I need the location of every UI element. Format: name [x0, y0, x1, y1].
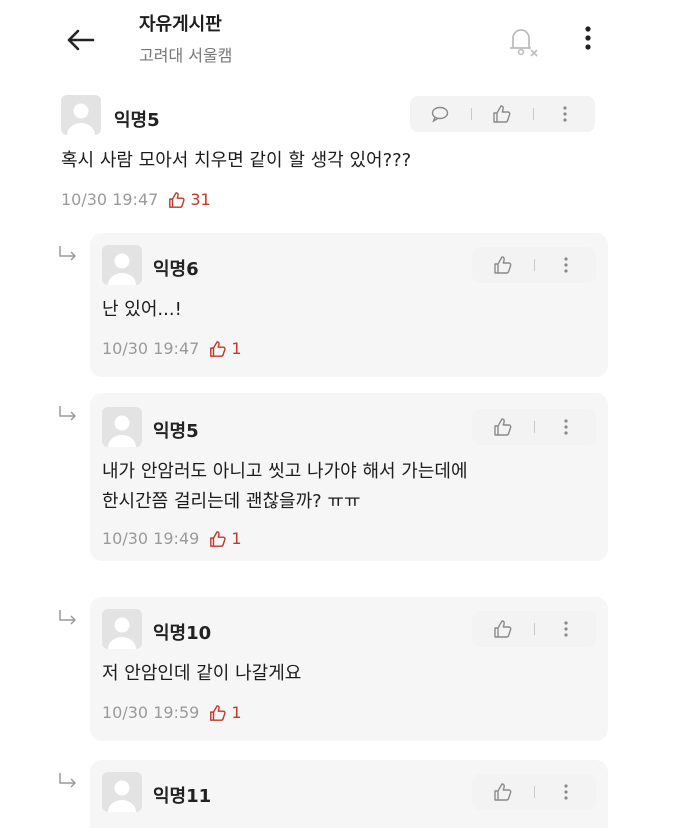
reply-author: 익명11 [153, 786, 212, 807]
reply-more-button[interactable] [552, 251, 580, 279]
reply-arrow-icon [59, 246, 76, 261]
like-count-value: 1 [231, 703, 242, 722]
arrow-left-icon [67, 29, 95, 51]
divider [533, 786, 535, 798]
comment-time: 10/30 19:47 [61, 190, 159, 209]
like-count: 31 [168, 190, 211, 209]
reply-actions [472, 247, 596, 283]
avatar [61, 95, 101, 135]
like-button[interactable] [489, 251, 517, 279]
default-avatar-icon [108, 617, 136, 649]
comment: 익명5 혹시 사람 모아서 치우면 같이 할 생각 있어??? 10/30 19… [0, 90, 700, 220]
like-button[interactable] [489, 413, 517, 441]
divider [533, 421, 535, 433]
reply-button[interactable] [426, 100, 454, 128]
board-title: 자유게시판 [139, 14, 222, 35]
speech-bubble-icon [432, 106, 449, 123]
thumbs-up-icon [210, 530, 226, 547]
divider [533, 623, 535, 635]
reply-text: 저 안암인데 같이 나갈게요 [102, 663, 302, 684]
comment-author: 익명5 [114, 110, 160, 131]
thumbs-up-icon [210, 340, 226, 357]
reply-actions [472, 611, 596, 647]
avatar [102, 609, 142, 649]
avatar [102, 245, 142, 285]
like-count: 1 [209, 339, 242, 358]
reply-more-button[interactable] [552, 778, 580, 806]
default-avatar-icon [108, 780, 136, 812]
thumbs-up-icon [493, 620, 511, 638]
reply-more-button[interactable] [552, 615, 580, 643]
bell-off-icon [510, 29, 538, 57]
reply-time: 10/30 19:47 [102, 339, 200, 358]
more-vertical-icon [563, 784, 568, 800]
default-avatar-icon [108, 253, 136, 285]
like-button[interactable] [489, 778, 517, 806]
thumbs-up-icon [493, 256, 511, 274]
more-options-button[interactable] [572, 18, 604, 58]
thumbs-up-icon [169, 191, 185, 208]
more-vertical-icon [563, 621, 568, 637]
like-count: 1 [209, 703, 242, 722]
reply-time: 10/30 19:59 [102, 703, 200, 722]
reply-actions [472, 409, 596, 445]
avatar [102, 772, 142, 812]
default-avatar-icon [108, 415, 136, 447]
like-count-value: 1 [231, 339, 242, 358]
more-vertical-icon [563, 257, 568, 273]
reply-arrow-icon [59, 610, 76, 625]
reply-author: 익명10 [153, 623, 212, 644]
top-bar: 자유게시판 고려대 서울캠 [0, 0, 700, 86]
reply-arrow-icon [59, 773, 76, 788]
reply-author: 익명5 [153, 421, 199, 442]
reply-card: 익명6 난 있어...! 10/30 19:47 1 [90, 233, 608, 377]
reply-actions [472, 774, 596, 810]
like-button[interactable] [488, 100, 516, 128]
reply-more-button[interactable] [552, 413, 580, 441]
like-count-value: 31 [190, 190, 211, 209]
divider [533, 108, 535, 120]
divider [470, 108, 472, 120]
thumbs-up-icon [493, 783, 511, 801]
reply-time: 10/30 19:49 [102, 529, 200, 548]
reply-card: 익명11 [90, 760, 608, 828]
reply-card: 익명5 내가 안암러도 아니고 씻고 나가야 해서 가는데에 한시간쯤 걸리는데… [90, 393, 608, 561]
reply-text-line: 내가 안암러도 아니고 씻고 나가야 해서 가는데에 [102, 461, 468, 482]
comment-text: 혹시 사람 모아서 치우면 같이 할 생각 있어??? [61, 150, 412, 171]
reply-meta: 10/30 19:49 1 [102, 529, 242, 548]
reply-meta: 10/30 19:59 1 [102, 703, 242, 722]
reply-text: 난 있어...! [102, 299, 182, 320]
comment-meta: 10/30 19:47 31 [61, 190, 211, 209]
avatar [102, 407, 142, 447]
reply-arrow-icon [59, 406, 76, 421]
like-button[interactable] [489, 615, 517, 643]
divider [533, 259, 535, 271]
more-vertical-icon [585, 26, 591, 50]
default-avatar-icon [67, 103, 95, 135]
comment-actions [410, 96, 595, 132]
more-vertical-icon [563, 419, 568, 435]
like-count: 1 [209, 529, 242, 548]
like-count-value: 1 [231, 529, 242, 548]
notification-off-button[interactable] [500, 18, 544, 62]
reply-meta: 10/30 19:47 1 [102, 339, 242, 358]
back-button[interactable] [60, 22, 100, 58]
reply-text-line: 한시간쯤 걸리는데 괜찮을까? ㅠㅠ [102, 491, 361, 512]
thumbs-up-icon [493, 105, 511, 123]
comment-more-button[interactable] [551, 100, 579, 128]
thumbs-up-icon [210, 704, 226, 721]
reply-author: 익명6 [153, 259, 199, 280]
thumbs-up-icon [493, 418, 511, 436]
more-vertical-icon [563, 106, 567, 122]
reply-card: 익명10 저 안암인데 같이 나갈게요 10/30 19:59 1 [90, 597, 608, 741]
board-subtitle: 고려대 서울캠 [139, 46, 233, 65]
